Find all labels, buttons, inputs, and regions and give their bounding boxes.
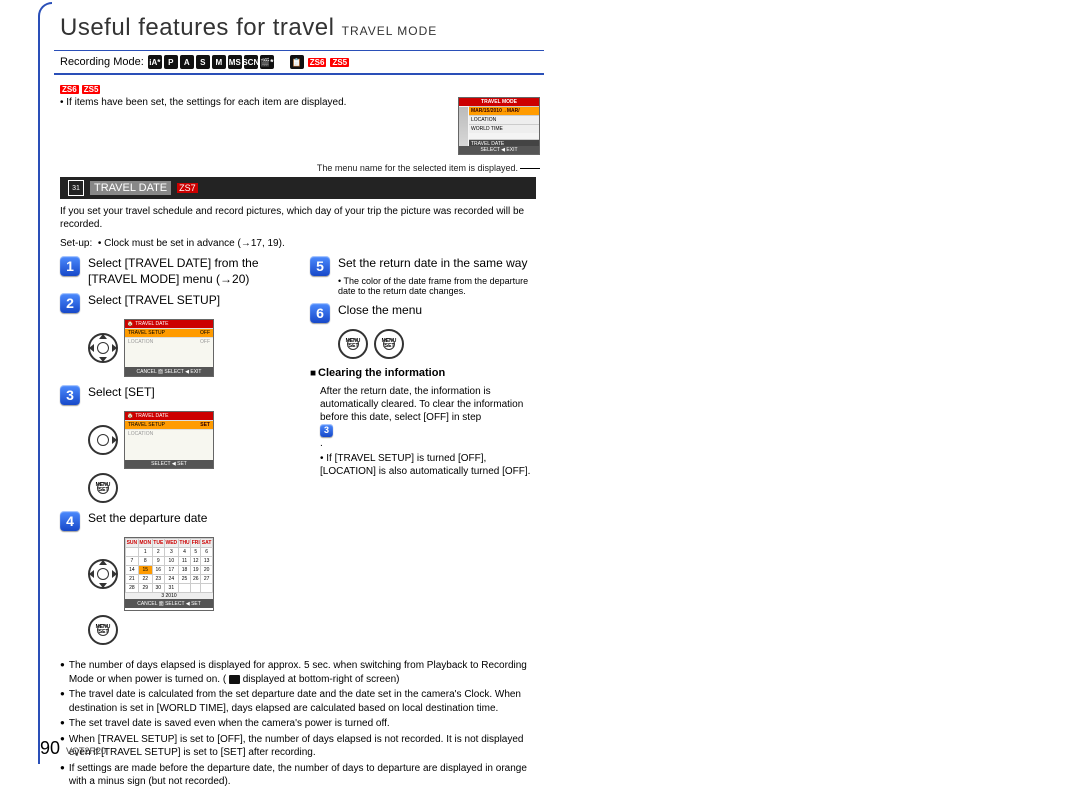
zs6-tag-2: ZS6 [60, 85, 79, 94]
recording-mode-label: Recording Mode: [60, 56, 144, 68]
menu-set-dial-icon: MENU/SET [88, 473, 118, 503]
left-column: 1 Select [TRAVEL DATE] from the [TRAVEL … [60, 256, 290, 653]
zs7-tag: ZS7 [177, 183, 198, 193]
lcd-set: TRAVEL DATE TRAVEL SETUPSET LOCATION SEL… [124, 411, 214, 469]
note-bullet: If settings are made before the departur… [60, 762, 540, 789]
zs5-tag: ZS5 [330, 58, 349, 67]
note-bullet: When [TRAVEL SETUP] is set to [OFF], the… [60, 733, 540, 760]
mode-icon: 🎬* [260, 55, 274, 69]
divider-blue [54, 73, 544, 75]
step-3-ref-icon: 3 [320, 424, 333, 437]
nav-dial-icon [88, 333, 118, 363]
mode-icon: SCN [244, 55, 258, 69]
title-main: Useful features for travel [60, 14, 334, 41]
right-column: 5 Set the return date in the same way • … [310, 256, 540, 653]
mode-icon: A [180, 55, 194, 69]
setup-line: Set-up: • Clock must be set in advance (… [60, 237, 540, 250]
step-2-icon: 2 [60, 293, 80, 313]
note-bullet: The travel date is calculated from the s… [60, 688, 540, 715]
mode-icons: iA*PASMMSSCN🎬* [148, 55, 274, 69]
mode-icon: M [212, 55, 226, 69]
menu-set-dial-icon-4: MENU/SET [374, 329, 404, 359]
menu-name-caption: The menu name for the selected item is d… [60, 163, 540, 173]
step-3-text: Select [SET] [88, 385, 290, 405]
items-set-note: • If items have been set, the settings f… [60, 97, 448, 108]
title-sub: TRAVEL MODE [342, 24, 438, 38]
menu-set-dial-icon-3: MENU/SET [338, 329, 368, 359]
manual-page: Useful features for travel TRAVEL MODE R… [0, 0, 1080, 765]
step-6-text: Close the menu [338, 303, 540, 323]
note-bullet: The set travel date is saved even when t… [60, 717, 540, 731]
page-footer: 90 VQT2R20 [40, 738, 106, 759]
step-3-icon: 3 [60, 385, 80, 405]
clearing-body: After the return date, the information i… [320, 385, 540, 478]
page-number: 90 [40, 738, 60, 759]
mode-icon: S [196, 55, 210, 69]
menu-set-dial-icon-2: MENU/SET [88, 615, 118, 645]
preview-screenshot: TRAVEL MODE MAR/15/2010→MAR/ LOCATION WO… [458, 97, 540, 155]
note-bullet: The number of days elapsed is displayed … [60, 659, 540, 686]
mode-icon: P [164, 55, 178, 69]
step-1-text: Select [TRAVEL DATE] from the [TRAVEL MO… [88, 256, 290, 287]
step-2-text: Select [TRAVEL SETUP] [88, 293, 290, 313]
section-label: TRAVEL DATE [90, 181, 171, 195]
doc-code: VQT2R20 [66, 746, 106, 756]
nav-dial-icon-2 [88, 559, 118, 589]
recording-mode-row: Recording Mode: iA*PASMMSSCN🎬* 📋 ZS6 ZS5 [60, 55, 1040, 69]
clip-mode-icon: 📋 [290, 55, 304, 69]
mode-icon: iA* [148, 55, 162, 69]
intro-text: If you set your travel schedule and reco… [60, 205, 540, 231]
content-area: ZS6 ZS5 • If items have been set, the se… [60, 83, 540, 789]
bottom-notes: The number of days elapsed is displayed … [60, 659, 540, 789]
step-1-icon: 1 [60, 256, 80, 276]
clearing-heading: Clearing the information [310, 367, 540, 379]
step-5-icon: 5 [310, 256, 330, 276]
travel-date-section-bar: 31 TRAVEL DATE ZS7 [60, 177, 536, 199]
step-4-text: Set the departure date [88, 511, 290, 531]
calendar-screen: SUNMONTUEWEDTHUFRISAT 123456 78910111213… [124, 537, 214, 611]
step-6-icon: 6 [310, 303, 330, 323]
lcd-travel-setup: TRAVEL DATE TRAVEL SETUPOFF LOCATIONOFF … [124, 319, 214, 377]
zs5-tag-2: ZS5 [82, 85, 101, 94]
step-4-icon: 4 [60, 511, 80, 531]
zs6-tag: ZS6 [308, 58, 327, 67]
nav-right-dial-icon [88, 425, 118, 455]
card-icon [229, 675, 240, 684]
page-corner [38, 2, 52, 764]
page-title: Useful features for travel TRAVEL MODE [60, 14, 1040, 42]
step-5-text: Set the return date in the same way • Th… [338, 256, 540, 297]
mode-icon: MS [228, 55, 242, 69]
calendar-icon: 31 [68, 180, 84, 196]
divider [54, 50, 544, 51]
